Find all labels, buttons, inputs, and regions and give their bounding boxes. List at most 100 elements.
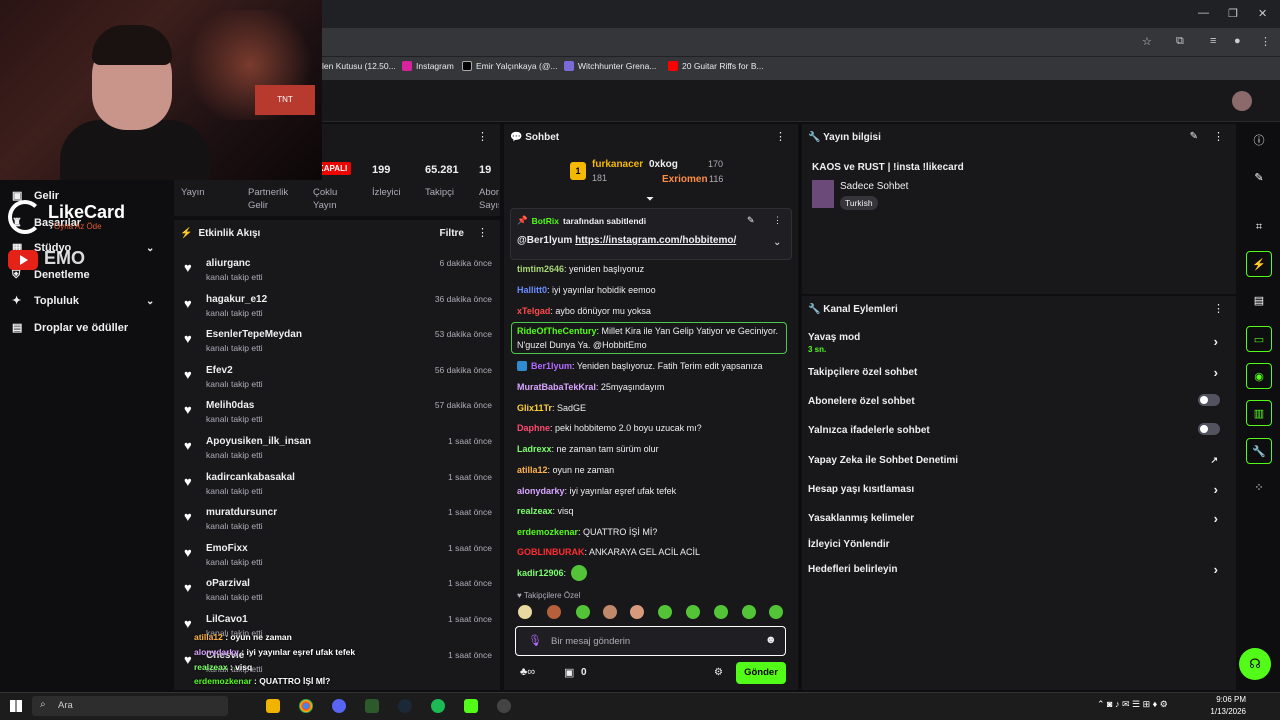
chat-message[interactable]: N'guzel Dunya Ya. @HobbitEmo — [517, 340, 647, 350]
chat-message[interactable]: atilla12: oyun ne zaman — [517, 465, 614, 475]
chat-username[interactable]: kadir12906 — [517, 568, 564, 578]
emote-icon[interactable] — [630, 605, 644, 619]
chat-message[interactable]: Ladrexx: ne zaman tam sürüm olur — [517, 444, 659, 454]
chat-username[interactable]: Ladrexx — [517, 444, 552, 454]
feed-item[interactable]: ♥ Melih0das kanalı takip etti 57 dakika önc… — [182, 398, 492, 432]
bookmark-item[interactable]: Instagram — [402, 61, 454, 71]
gear-icon[interactable]: ⚙ — [714, 667, 723, 678]
restore-icon[interactable]: ❐ — [1228, 7, 1238, 20]
nav-item-community[interactable]: ✦ Topluluk ⌄ — [12, 295, 172, 307]
emote-icon[interactable] — [686, 605, 700, 619]
chat-username[interactable]: RideOfTheCentury — [517, 326, 597, 336]
windows-start-icon[interactable] — [10, 700, 22, 712]
send-button[interactable]: Gönder — [736, 662, 786, 684]
more-icon[interactable]: ⋮ — [1213, 302, 1224, 315]
chat-message[interactable]: Daphne: peki hobbitemo 2.0 boyu uzucak m… — [517, 423, 702, 433]
filter-button[interactable]: Filtre — [440, 228, 464, 239]
more-icon[interactable]: ⋮ — [477, 130, 488, 143]
chat-username[interactable]: Hallitt0 — [517, 285, 547, 295]
feed-item[interactable]: ♥ muratdursuncr kanalı takip etti 1 saat ön… — [182, 505, 492, 539]
chat-message[interactable]: MuratBabaTekKral: 25myaşındayım — [517, 382, 664, 392]
chat-icon[interactable]: ▭ — [1246, 326, 1272, 352]
chat-message[interactable]: realzeax: visq — [517, 506, 574, 516]
chat-message[interactable]: Hallitt0: iyi yayınlar hobidik eemoo — [517, 285, 656, 295]
gifter-name[interactable]: 0xkog — [649, 159, 678, 170]
chat-username[interactable]: Ber1lyum — [531, 361, 572, 371]
chat-message[interactable]: xTelgad: aybo dönüyor mu yoksa — [517, 306, 651, 316]
chat-username[interactable]: GOBLINBURAK — [517, 547, 585, 557]
chat-username[interactable]: atilla12 — [517, 465, 548, 475]
chrome-icon[interactable] — [299, 699, 313, 713]
feed-item[interactable]: ♥ hagakur_e12 kanalı takip etti 36 dakika ö… — [182, 292, 492, 326]
edit-icon[interactable]: ✎ — [1246, 165, 1272, 191]
chat-message[interactable]: erdemozkenar: QUATTRO İŞİ Mİ? — [517, 527, 657, 537]
edit-icon[interactable]: ✎ — [1190, 131, 1198, 142]
feed-item[interactable]: ♥ Efev2 kanalı takip etti 56 dakika önce — [182, 363, 492, 397]
emote-icon[interactable] — [518, 605, 532, 619]
goals-row[interactable]: Hedefleri belirleyin › — [808, 562, 1228, 577]
crop-icon[interactable]: ⌗ — [1246, 214, 1272, 240]
tray-icons[interactable]: ⌃ ◙ ♪ ✉ ☰ ⊞ ♦ ⚙ — [1097, 699, 1168, 710]
bookmark-item[interactable]: Witchhunter Grena... — [564, 61, 656, 71]
close-icon[interactable]: ✕ — [1258, 7, 1267, 20]
wrench-icon[interactable]: 🔧 — [1246, 438, 1272, 464]
menu-icon[interactable]: ⋮ — [1260, 35, 1271, 48]
star-icon[interactable]: ☆ — [1142, 35, 1152, 48]
feed-item[interactable]: ♥ aliurganc kanalı takip etti 6 dakika önce — [182, 256, 492, 290]
layout-icon[interactable]: ▥ — [1246, 400, 1272, 426]
bookmark-item[interactable]: len Kutusu (12.50... — [322, 61, 396, 71]
points-icon[interactable]: ♣∞ — [520, 666, 535, 678]
chat-username[interactable]: Daphne — [517, 423, 550, 433]
emote-icon[interactable] — [547, 605, 561, 619]
more-icon[interactable]: ⋮ — [477, 226, 488, 239]
emote-icon[interactable] — [576, 605, 590, 619]
category-thumbnail[interactable] — [812, 180, 834, 208]
obs-icon[interactable] — [497, 699, 511, 713]
chat-message[interactable]: GOBLINBURAK: ANKARAYA GEL ACİL ACİL — [517, 547, 700, 557]
kick-icon[interactable] — [464, 699, 478, 713]
chat-username[interactable]: xTelgad — [517, 306, 550, 316]
emote-icon[interactable] — [603, 605, 617, 619]
support-icon[interactable]: ☊ — [1239, 648, 1271, 680]
emote-icon[interactable] — [658, 605, 672, 619]
nav-item-drops[interactable]: ▤ Droplar ve ödüller — [12, 322, 128, 334]
chat-message[interactable]: timtim2646: yeniden başlıyoruz — [517, 264, 644, 274]
followers-only-row[interactable]: Takipçilere özel sohbet › — [808, 365, 1228, 380]
more-icon[interactable]: ⋮ — [775, 130, 786, 143]
avatar[interactable] — [1232, 91, 1252, 111]
more-icon[interactable]: ⋮ — [1213, 130, 1224, 143]
more-icon[interactable]: ⋮ — [773, 215, 782, 226]
chat-message[interactable]: kadir12906: — [517, 568, 566, 578]
chat-username[interactable]: erdemozkenar — [517, 527, 578, 537]
gifter-name[interactable]: furkanacer — [592, 159, 643, 170]
emote-icon[interactable] — [714, 605, 728, 619]
bolt-icon[interactable]: ⚡ — [1246, 251, 1272, 277]
feed-item[interactable]: ♥ EmoFixx kanalı takip etti 1 saat önce — [182, 541, 492, 575]
spotify-icon[interactable] — [431, 699, 445, 713]
feed-item[interactable]: ♥ EsenlerTepeMeydan kanalı takip etti 53 da… — [182, 327, 492, 361]
microphone-icon[interactable]: 🎙 — [528, 634, 542, 647]
emote-icon[interactable] — [742, 605, 756, 619]
account-age-row[interactable]: Hesap yaşı kısıtlaması › — [808, 482, 1228, 497]
raid-row[interactable]: İzleyici Yönlendir — [808, 539, 1228, 550]
bookmark-item[interactable]: 20 Guitar Riffs for B... — [668, 61, 764, 71]
emotes-only-row[interactable]: Yalnızca ifadelerle sohbet — [808, 423, 1228, 436]
apps-icon[interactable]: ⁘ — [1246, 475, 1272, 501]
bookmark-item[interactable]: Emir Yalçınkaya (@... — [462, 61, 558, 71]
banned-words-row[interactable]: Yasaklanmış kelimeler › — [808, 511, 1228, 526]
feed-item[interactable]: ♥ oParzival kanalı takip etti 1 saat önce — [182, 576, 492, 610]
chat-username[interactable]: timtim2646 — [517, 264, 564, 274]
taskbar-search[interactable]: ⌕ Ara — [32, 696, 228, 716]
steam-icon[interactable] — [398, 699, 412, 713]
pinned-link[interactable]: https://instagram.com/hobbitemo/ — [575, 235, 736, 246]
store-icon[interactable]: ▣ — [564, 666, 574, 679]
chat-message[interactable]: Ber1lyum: Yeniden başlıyoruz. Fatih Teri… — [531, 361, 762, 371]
unpin-icon[interactable]: ✎ — [747, 215, 755, 226]
media-icon[interactable]: ≡ — [1210, 35, 1216, 47]
minimize-icon[interactable]: — — [1198, 7, 1209, 19]
emote-icon[interactable] — [769, 605, 783, 619]
feed-item[interactable]: ♥ kadircankabasakal kanalı takip etti 1 saa… — [182, 470, 492, 504]
ai-moderation-row[interactable]: Yapay Zeka ile Sohbet Denetimi ↗ — [808, 455, 1228, 466]
chevron-down-icon[interactable]: ⏷ — [646, 194, 654, 205]
chat-message[interactable]: alonydarky: iyi yayınlar eşref ufak tefe… — [517, 486, 676, 496]
